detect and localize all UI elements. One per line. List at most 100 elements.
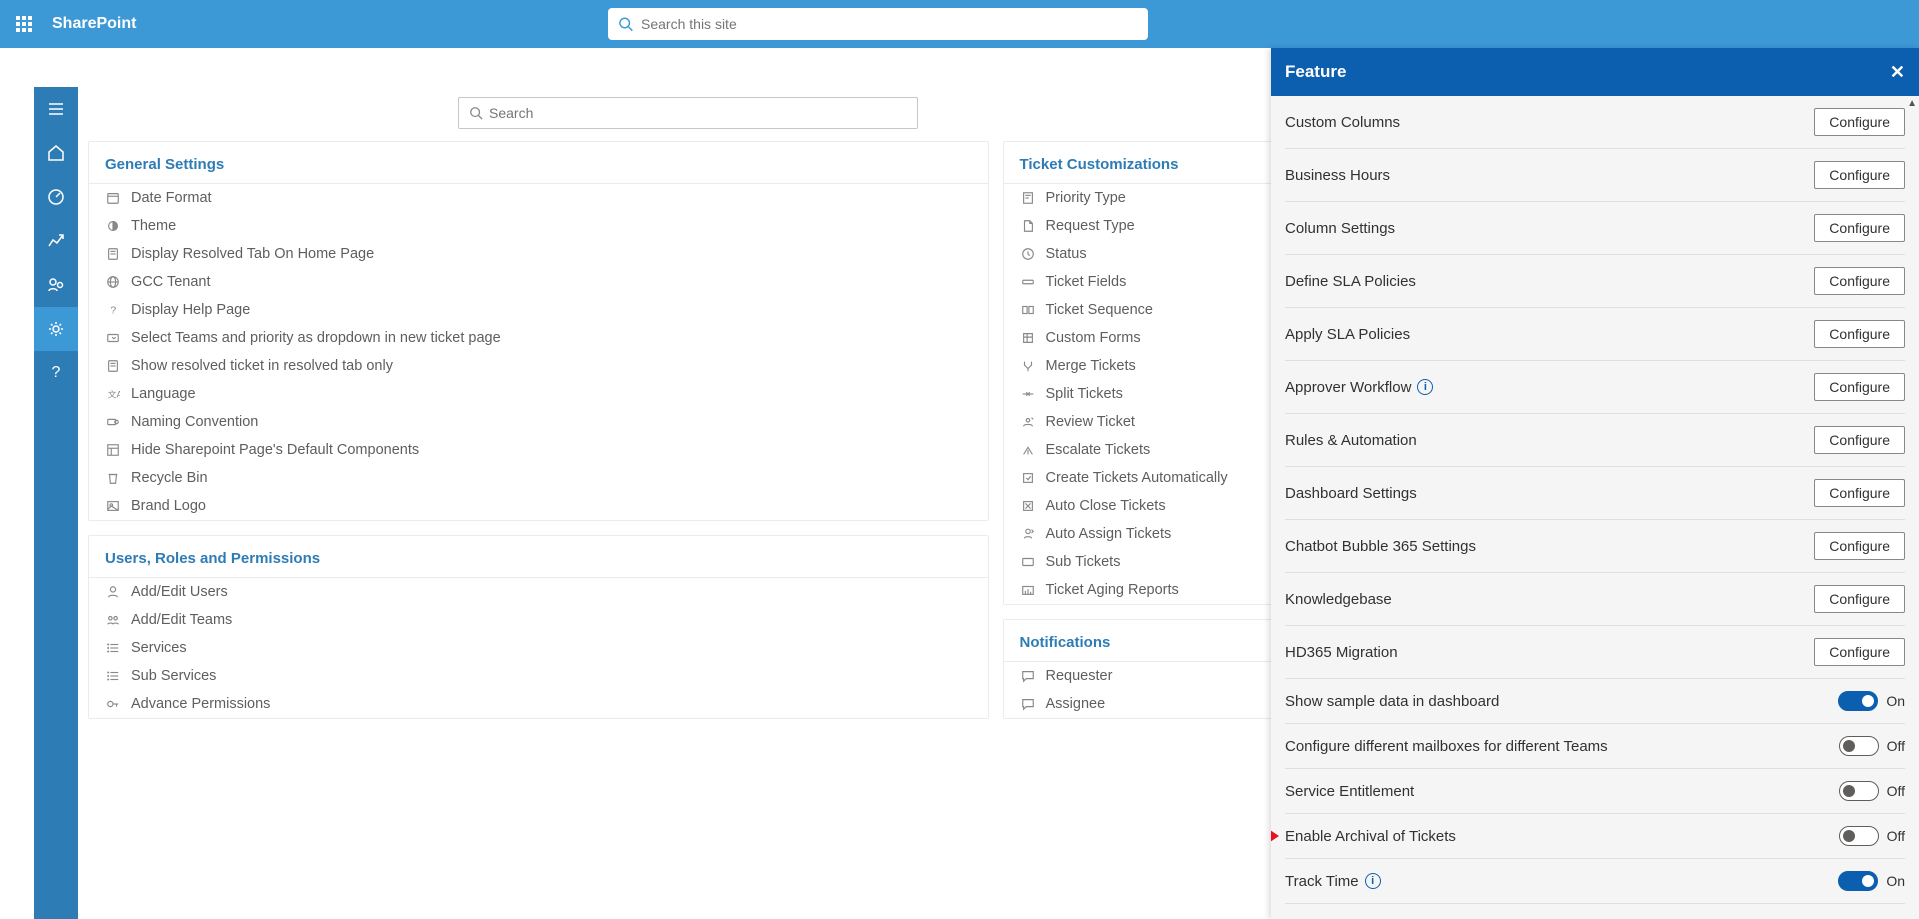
settings-item-label: Add/Edit Users (131, 584, 228, 600)
toggle-switch[interactable] (1839, 781, 1879, 801)
settings-item-label: Sub Services (131, 668, 216, 684)
configure-button[interactable]: Configure (1814, 585, 1905, 613)
close-icon[interactable]: ✕ (1890, 62, 1905, 83)
feature-row: Define SLA Policies Configure (1285, 255, 1905, 308)
split-icon (1020, 386, 1036, 402)
settings-item[interactable]: Recycle Bin (89, 464, 988, 492)
settings-item[interactable]: GCC Tenant (89, 268, 988, 296)
settings-item[interactable]: Advance Permissions (89, 690, 988, 718)
chat-icon (1020, 696, 1036, 712)
settings-search[interactable] (458, 97, 918, 129)
configure-button[interactable]: Configure (1814, 320, 1905, 348)
settings-item[interactable]: Hide Sharepoint Page's Default Component… (89, 436, 988, 464)
feature-panel: Feature ✕ ▲ Custom ColumnsConfigureBusin… (1271, 48, 1919, 919)
site-search-input[interactable] (641, 16, 1138, 32)
user-icon (105, 584, 121, 600)
feature-row: Column Settings Configure (1285, 202, 1905, 255)
assign-icon (1020, 526, 1036, 542)
settings-item-label: Assignee (1046, 696, 1106, 712)
settings-item[interactable]: Naming Convention (89, 408, 988, 436)
configure-button[interactable]: Configure (1814, 108, 1905, 136)
settings-item[interactable]: Show resolved ticket in resolved tab onl… (89, 352, 988, 380)
sidebar-reports[interactable] (34, 219, 78, 263)
sidebar-help[interactable]: ? (34, 351, 78, 395)
sharepoint-top-bar: SharePoint (0, 0, 1919, 48)
settings-item-label: Theme (131, 218, 176, 234)
settings-item-label: Display Help Page (131, 302, 250, 318)
configure-button[interactable]: Configure (1814, 161, 1905, 189)
settings-item[interactable]: Date Format (89, 184, 988, 212)
trash-icon (105, 470, 121, 486)
settings-item[interactable]: 文ALanguage (89, 380, 988, 408)
users-roles-card: Users, Roles and Permissions Add/Edit Us… (88, 535, 989, 719)
configure-button[interactable]: Configure (1814, 479, 1905, 507)
toggle-switch[interactable] (1838, 691, 1878, 711)
info-icon[interactable]: i (1365, 873, 1381, 889)
settings-item-label: Select Teams and priority as dropdown in… (131, 330, 501, 346)
toggle-state-label: On (1886, 693, 1905, 709)
brand-label: SharePoint (52, 15, 136, 33)
settings-item-label: Services (131, 640, 187, 656)
feature-label: Custom Columns (1285, 114, 1400, 131)
doc-icon (105, 358, 121, 374)
toggle-state-label: On (1886, 873, 1905, 889)
aging-icon (1020, 582, 1036, 598)
sidebar-dashboard[interactable] (34, 175, 78, 219)
settings-item-label: Naming Convention (131, 414, 258, 430)
close-icon (1020, 498, 1036, 514)
settings-item[interactable]: ?Display Help Page (89, 296, 988, 324)
feature-row: Dashboard SettingsConfigure (1285, 467, 1905, 520)
configure-button[interactable]: Configure (1814, 373, 1905, 401)
settings-item[interactable]: Add/Edit Teams (89, 606, 988, 634)
settings-item[interactable]: Brand Logo (89, 492, 988, 520)
settings-item[interactable]: Select Teams and priority as dropdown in… (89, 324, 988, 352)
configure-button[interactable]: Configure (1814, 532, 1905, 560)
feature-label: Column Settings (1285, 220, 1395, 237)
search-icon (469, 106, 483, 120)
toggle-switch[interactable] (1838, 871, 1878, 891)
panel-header: Feature ✕ (1271, 48, 1919, 96)
settings-item[interactable]: Services (89, 634, 988, 662)
sidebar-hamburger[interactable] (34, 87, 78, 131)
settings-item[interactable]: Display Resolved Tab On Home Page (89, 240, 988, 268)
settings-item-label: Add/Edit Teams (131, 612, 232, 628)
configure-button[interactable]: Configure (1814, 638, 1905, 666)
file-icon (1020, 218, 1036, 234)
settings-item[interactable]: Theme (89, 212, 988, 240)
settings-item-label: Hide Sharepoint Page's Default Component… (131, 442, 419, 458)
feature-label: Define SLA Policies (1285, 273, 1416, 290)
settings-item[interactable]: Add/Edit Users (89, 578, 988, 606)
feature-label: Approver Workflow i (1285, 379, 1433, 396)
settings-item[interactable]: Sub Services (89, 662, 988, 690)
escalate-icon (1020, 442, 1036, 458)
list-icon (105, 668, 121, 684)
card-title: General Settings (89, 142, 988, 184)
settings-item-label: Recycle Bin (131, 470, 208, 486)
site-search[interactable] (608, 8, 1148, 40)
settings-item-label: Show resolved ticket in resolved tab onl… (131, 358, 393, 374)
configure-button[interactable]: Configure (1814, 214, 1905, 242)
settings-item-label: Merge Tickets (1046, 358, 1136, 374)
toggle-switch[interactable] (1839, 826, 1879, 846)
sidebar-settings[interactable] (34, 307, 78, 351)
feature-row: Track Time iOn (1285, 859, 1905, 904)
sidebar-home[interactable] (34, 131, 78, 175)
settings-item-label: Advance Permissions (131, 696, 270, 712)
configure-button[interactable]: Configure (1814, 426, 1905, 454)
feature-label: Apply SLA Policies (1285, 326, 1410, 343)
auto-icon (1020, 470, 1036, 486)
settings-item-label: Create Tickets Automatically (1046, 470, 1228, 486)
settings-item-label: Sub Tickets (1046, 554, 1121, 570)
info-icon[interactable]: i (1417, 379, 1433, 395)
sub-icon (1020, 554, 1036, 570)
settings-search-input[interactable] (489, 105, 907, 121)
tag-icon (105, 414, 121, 430)
settings-item-label: Ticket Aging Reports (1046, 582, 1179, 598)
feature-row: Chatbot Bubble 365 SettingsConfigure (1285, 520, 1905, 573)
sidebar-users[interactable] (34, 263, 78, 307)
app-launcher-icon[interactable] (0, 0, 48, 48)
settings-item-label: Language (131, 386, 196, 402)
configure-button[interactable]: Configure (1814, 267, 1905, 295)
settings-item-label: Ticket Fields (1046, 274, 1127, 290)
toggle-switch[interactable] (1839, 736, 1879, 756)
